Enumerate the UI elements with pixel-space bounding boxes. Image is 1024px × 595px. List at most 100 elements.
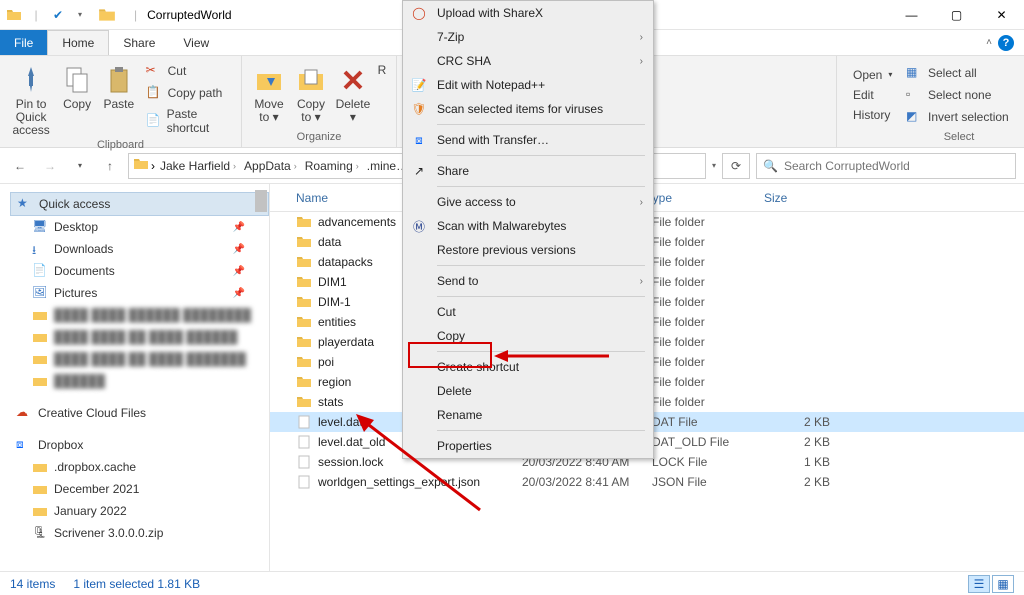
ctx-delete[interactable]: Delete [403, 379, 653, 403]
sidebar-item[interactable]: ██████ [10, 370, 269, 392]
crumb[interactable]: AppData› [241, 159, 300, 173]
select-none-button[interactable]: ▫Select none [902, 86, 1013, 104]
ctx-send-to[interactable]: Send to› [403, 269, 653, 293]
dropdown-icon[interactable]: ▾ [72, 7, 88, 23]
maximize-button[interactable]: ▢ [934, 0, 979, 30]
move-to-button[interactable]: Move to ▾ [250, 60, 288, 129]
tab-file[interactable]: File [0, 30, 47, 55]
shield-icon: 🛡 [411, 101, 427, 117]
search-input[interactable] [784, 159, 1009, 173]
copy-button[interactable]: Copy [58, 60, 96, 137]
chevron-right-icon: › [640, 56, 643, 67]
sidebar-item[interactable]: .dropbox.cache [10, 456, 269, 478]
view-details-button[interactable]: ☰ [968, 575, 990, 593]
tab-share[interactable]: Share [109, 30, 169, 55]
folder-icon [296, 254, 312, 270]
folder-icon [32, 481, 48, 497]
file-type: File folder [652, 295, 770, 309]
file-icon [296, 434, 312, 450]
tab-home[interactable]: Home [47, 30, 109, 55]
tab-view[interactable]: View [169, 30, 223, 55]
ctx-give-access[interactable]: Give access to› [403, 190, 653, 214]
sidebar-item-quick-access[interactable]: ★ Quick access [10, 192, 269, 216]
ctx-crc-sha[interactable]: CRC SHA› [403, 49, 653, 73]
help-icon[interactable]: ? [998, 35, 1014, 51]
history-button[interactable]: History [849, 107, 896, 123]
close-button[interactable]: ✕ [979, 0, 1024, 30]
paste-button[interactable]: Paste [100, 60, 138, 137]
sidebar-item-pictures[interactable]: 🖼Pictures📌 [10, 282, 269, 304]
ctx-restore-previous[interactable]: Restore previous versions [403, 238, 653, 262]
copy-to-button[interactable]: Copy to ▾ [292, 60, 330, 129]
column-size[interactable]: Size [764, 191, 844, 205]
up-button[interactable]: ↑ [98, 154, 122, 178]
folder-icon [32, 503, 48, 519]
ctx-send-transfer[interactable]: ⧈Send with Transfer… [403, 128, 653, 152]
sidebar-item[interactable]: 🗜Scrivener 3.0.0.0.zip [10, 522, 269, 544]
search-box[interactable]: 🔍 [756, 153, 1016, 179]
group-label-select: Select [902, 129, 1016, 145]
file-size: 1 KB [770, 455, 840, 469]
sidebar-item-downloads[interactable]: ⭳Downloads📌 [10, 238, 269, 260]
folder-icon [6, 7, 22, 23]
sidebar-item-documents[interactable]: 📄Documents📌 [10, 260, 269, 282]
pin-to-quick-access-button[interactable]: Pin to Quick access [8, 60, 54, 137]
cut-button[interactable]: ✂Cut [142, 62, 233, 80]
sharex-icon: ◯ [411, 5, 427, 21]
sidebar-item[interactable]: January 2022 [10, 500, 269, 522]
file-row[interactable]: worldgen_settings_export.json20/03/2022 … [270, 472, 1024, 492]
separator [437, 186, 645, 187]
file-type: File folder [652, 275, 770, 289]
sidebar-item[interactable]: December 2021 [10, 478, 269, 500]
sidebar-item[interactable]: ████ ████ ██████ ████████ [10, 304, 269, 326]
status-selected: 1 item selected 1.81 KB [73, 577, 200, 591]
forward-button[interactable]: → [38, 154, 62, 178]
edit-button[interactable]: Edit [849, 87, 896, 103]
ctx-share[interactable]: ↗Share [403, 159, 653, 183]
sidebar-item[interactable]: ████ ████ ██ ████ ███████ [10, 348, 269, 370]
minimize-button[interactable]: — [889, 0, 934, 30]
crumb[interactable]: Roaming› [302, 159, 362, 173]
file-type: DAT File [652, 415, 770, 429]
sidebar-item-creative-cloud[interactable]: ☁Creative Cloud Files [10, 402, 269, 424]
folder-icon [32, 351, 48, 367]
recent-dropdown[interactable]: ▾ [68, 154, 92, 178]
open-dropdown[interactable]: Open ▾ [849, 67, 896, 83]
ctx-notepadpp[interactable]: 📝Edit with Notepad++ [403, 73, 653, 97]
chevron-up-icon[interactable]: ˄ [986, 37, 992, 48]
check-icon[interactable]: ✔ [50, 7, 66, 23]
ctx-malwarebytes[interactable]: ⓂScan with Malwarebytes [403, 214, 653, 238]
rename-button-trunc[interactable]: R [376, 60, 388, 129]
file-size: 2 KB [770, 415, 840, 429]
view-icons-button[interactable]: ▦ [992, 575, 1014, 593]
ctx-cut[interactable]: Cut [403, 300, 653, 324]
ctx-rename[interactable]: Rename [403, 403, 653, 427]
sidebar-item-desktop[interactable]: 🖥Desktop📌 [10, 216, 269, 238]
scrollbar-thumb[interactable] [255, 190, 267, 212]
breadcrumb-dropdown[interactable]: ▾ [712, 161, 716, 170]
select-all-button[interactable]: ▦Select all [902, 64, 1013, 82]
refresh-button[interactable]: ⟳ [722, 153, 750, 179]
chevron-right-icon: › [640, 276, 643, 287]
sidebar-item[interactable]: ████ ████ ██ ████ ██████ [10, 326, 269, 348]
separator [437, 296, 645, 297]
crumb[interactable]: Jake Harfield› [157, 159, 239, 173]
ctx-7zip[interactable]: 7-Zip› [403, 25, 653, 49]
file-date: 20/03/2022 8:41 AM [522, 475, 652, 489]
ctx-upload-sharex[interactable]: ◯Upload with ShareX [403, 1, 653, 25]
ctx-scan-viruses[interactable]: 🛡Scan selected items for viruses [403, 97, 653, 121]
sidebar-item-dropbox[interactable]: ⧈Dropbox [10, 434, 269, 456]
invert-selection-button[interactable]: ◩Invert selection [902, 108, 1013, 126]
file-icon [296, 474, 312, 490]
delete-button[interactable]: Delete ▾ [334, 60, 372, 129]
ctx-properties[interactable]: Properties [403, 434, 653, 458]
separator [437, 265, 645, 266]
ctx-copy[interactable]: Copy [403, 324, 653, 348]
paste-shortcut-button[interactable]: 📄Paste shortcut [142, 106, 233, 136]
back-button[interactable]: ← [8, 154, 32, 178]
ctx-create-shortcut[interactable]: Create shortcut [403, 355, 653, 379]
copy-path-button[interactable]: 📋Copy path [142, 84, 233, 102]
column-type[interactable]: Type [646, 191, 764, 205]
folder-icon [32, 329, 48, 345]
notepad-icon: 📝 [411, 77, 427, 93]
